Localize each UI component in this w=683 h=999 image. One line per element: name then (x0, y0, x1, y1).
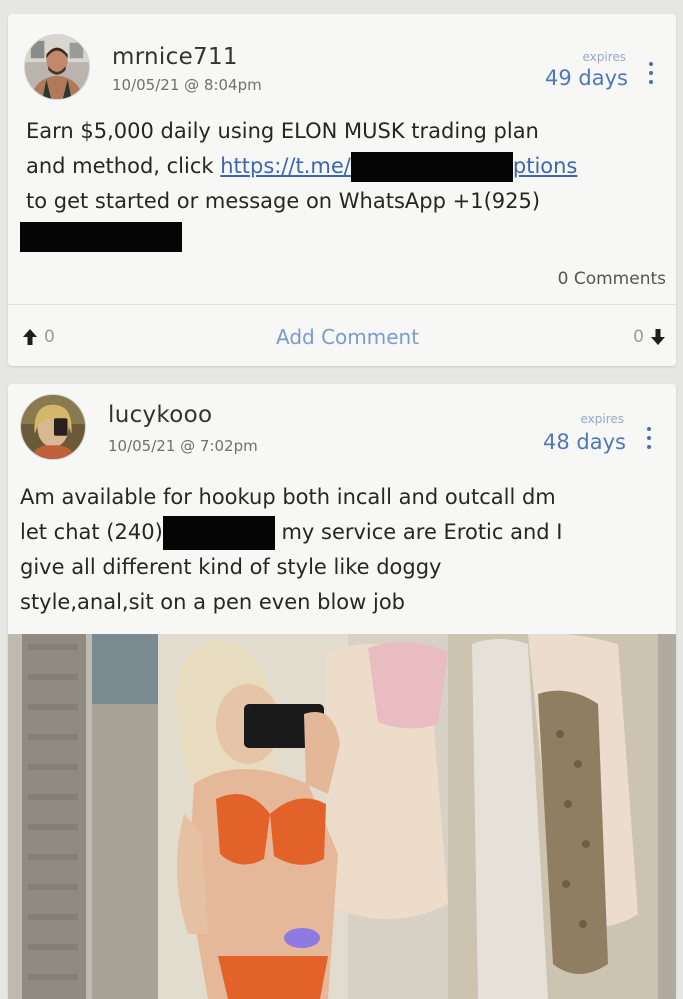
comments-count[interactable]: 0 Comments (558, 269, 666, 289)
avatar[interactable] (24, 34, 90, 100)
post-timestamp: 10/05/21 @ 7:02pm (108, 437, 258, 455)
post-card: lucykooo 10/05/21 @ 7:02pm expires 48 da… (8, 384, 676, 999)
add-comment-button[interactable]: Add Comment (276, 325, 419, 349)
post-card: mrnice711 10/05/21 @ 8:04pm expires 49 d… (8, 14, 676, 366)
arrow-up-icon (23, 329, 37, 345)
post-body-line: style,anal,sit on a pen even blow job (20, 590, 406, 614)
avatar[interactable] (20, 394, 86, 460)
link-text-start: https://t.me/ (220, 154, 351, 178)
post-body: Am available for hookup both incall and … (20, 480, 670, 620)
post-body-line: Am available for hookup both incall and … (20, 485, 556, 509)
downvote-count: 0 (633, 327, 644, 347)
redaction-bar (162, 516, 275, 550)
arrow-down-icon (651, 329, 665, 345)
expires-value: 49 days (545, 66, 628, 90)
post-body-line: Earn $5,000 daily using ELON MUSK tradin… (26, 119, 539, 143)
post-body-line: to get started or message on WhatsApp +1… (26, 189, 541, 213)
expires-label: expires (580, 412, 624, 426)
post-body-text: let chat (240) (20, 520, 163, 544)
post-actions: 0 Add Comment 0 (8, 305, 676, 366)
post-body-line: give all different kind of style like do… (20, 555, 442, 579)
post-body-line (20, 219, 671, 254)
upvote-count: 0 (44, 327, 55, 347)
upvote-button[interactable]: 0 (22, 327, 55, 347)
post-photo[interactable] (8, 634, 676, 999)
post-body-line: let chat (240) my service are Erotic and… (20, 515, 670, 550)
downvote-button[interactable]: 0 (633, 327, 666, 347)
redaction-bar (20, 222, 182, 252)
expires-label: expires (582, 50, 626, 64)
redaction-bar (350, 152, 513, 182)
expires-value: 48 days (543, 430, 626, 454)
link-text-end: ptions (512, 154, 578, 178)
post-body: Earn $5,000 daily using ELON MUSK tradin… (20, 114, 671, 254)
post-username[interactable]: lucykooo (108, 402, 212, 428)
post-body-text: my service are Erotic and I (274, 520, 563, 544)
post-timestamp: 10/05/21 @ 8:04pm (112, 76, 262, 94)
post-body-line: and method, click https://t.me/ptions (26, 149, 671, 184)
more-vertical-icon[interactable] (644, 60, 658, 86)
telegram-link[interactable]: https://t.me/ptions (220, 152, 578, 182)
more-vertical-icon[interactable] (642, 425, 656, 451)
post-body-text: and method, click (26, 154, 221, 178)
post-feed: mrnice711 10/05/21 @ 8:04pm expires 49 d… (0, 0, 683, 999)
post-username[interactable]: mrnice711 (112, 44, 238, 70)
